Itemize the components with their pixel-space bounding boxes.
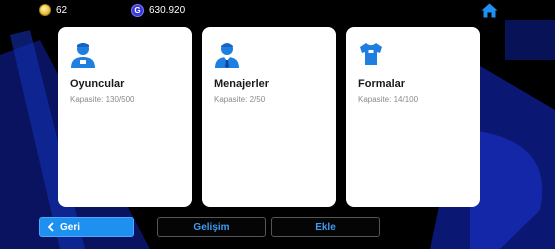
card-title: Menajerler bbox=[214, 78, 270, 90]
coins-counter: 62 bbox=[39, 4, 67, 16]
card-capacity: Kapasite: 130/500 bbox=[70, 95, 135, 104]
card-capacity: Kapasite: 2/50 bbox=[214, 95, 266, 104]
chevron-left-icon bbox=[47, 222, 54, 232]
card-capacity: Kapasite: 14/100 bbox=[358, 95, 419, 104]
add-button[interactable]: Ekle bbox=[271, 217, 380, 237]
player-icon bbox=[71, 43, 95, 68]
card-kits[interactable]: Formalar Kapasite: 14/100 bbox=[346, 27, 480, 207]
top-bar: 62 G 630.920 bbox=[0, 0, 555, 22]
card-players[interactable]: Oyuncular Kapasite: 130/500 bbox=[58, 27, 192, 207]
development-button[interactable]: Gelişim bbox=[157, 217, 266, 237]
back-button[interactable]: Geri bbox=[39, 217, 134, 237]
card-title: Oyuncular bbox=[70, 78, 125, 90]
home-icon[interactable] bbox=[481, 3, 498, 18]
coins-value: 62 bbox=[56, 4, 68, 16]
jersey-icon bbox=[360, 42, 382, 65]
gp-icon: G bbox=[131, 4, 144, 17]
card-managers[interactable]: Menajerler Kapasite: 2/50 bbox=[202, 27, 336, 207]
back-button-label: Geri bbox=[60, 221, 81, 233]
gp-value: 630.920 bbox=[149, 5, 186, 16]
gp-counter: G 630.920 bbox=[131, 4, 185, 17]
manager-icon bbox=[215, 43, 239, 68]
coin-icon bbox=[39, 4, 51, 16]
card-title: Formalar bbox=[358, 78, 406, 90]
